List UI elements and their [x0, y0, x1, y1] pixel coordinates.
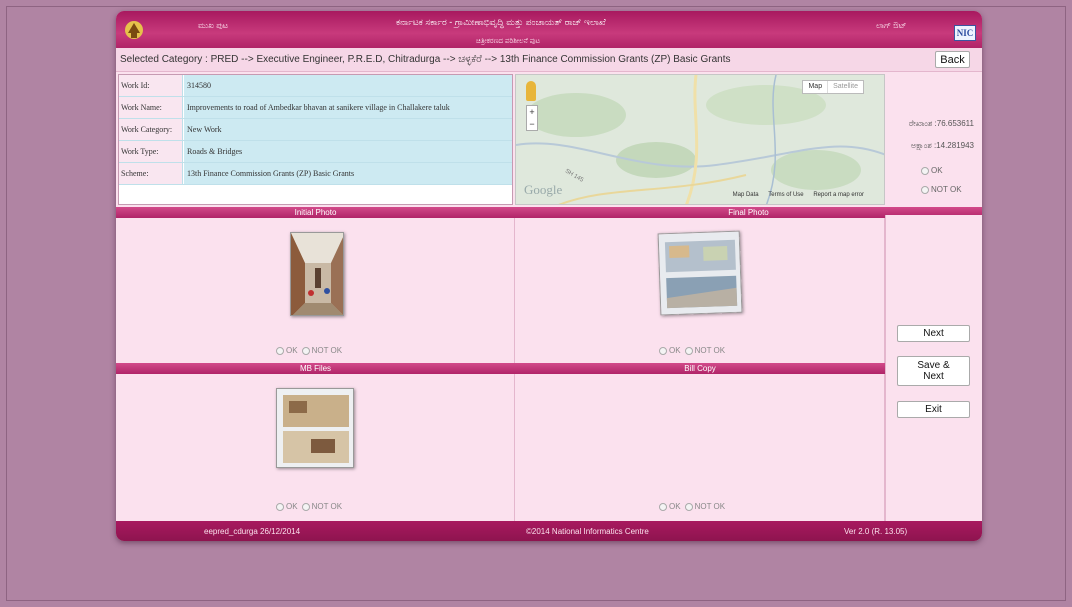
radio-icon[interactable] — [684, 502, 693, 511]
location-ok-option[interactable]: OK — [921, 166, 943, 175]
mb-files-pane: OK NOT OK — [116, 374, 515, 521]
scheme-value: 13th Finance Commission Grants (ZP) Basi… — [184, 163, 512, 184]
location-map[interactable]: SH 145 + − Map Satellite Google Map Data… — [515, 74, 885, 205]
radio-icon[interactable] — [921, 166, 929, 175]
radio-icon[interactable] — [276, 346, 284, 355]
mb-files-ok[interactable]: OK — [286, 502, 298, 511]
work-category-label: Work Category: — [119, 119, 183, 140]
map-type-control: Map Satellite — [802, 80, 864, 94]
mb-files-ok-options: OK NOT OK — [276, 502, 346, 511]
radio-icon[interactable] — [276, 502, 284, 511]
final-photo-thumbnail[interactable] — [657, 230, 743, 316]
work-type-value: Roads & Bridges — [184, 141, 512, 162]
info-row: Scheme: 13th Finance Commission Grants (… — [119, 163, 512, 185]
initial-photo-not-ok[interactable]: NOT OK — [312, 346, 343, 355]
longitude-text: ರೇಖಾಂಶ :76.653611 — [908, 119, 974, 128]
final-photo-ok-options: OK NOT OK — [659, 346, 729, 355]
mb-files-image — [277, 389, 353, 467]
map-type-map-button[interactable]: Map — [803, 81, 827, 93]
map-type-satellite-button[interactable]: Satellite — [827, 81, 863, 93]
final-photo-image — [658, 231, 743, 316]
final-photo-pane: OK NOT OK — [515, 218, 885, 363]
initial-photo-ok[interactable]: OK — [286, 346, 298, 355]
header-title: ಕರ್ನಾಟಕ ಸರ್ಕಾರ - ಗ್ರಾಮೀಣಾಭಿವೃದ್ಧಿ ಮತ್ತು … — [396, 17, 606, 27]
back-button[interactable]: Back — [935, 51, 970, 68]
footer-bar: eepred_cdurga 26/12/2014 ©2014 National … — [116, 521, 982, 541]
scheme-label: Scheme: — [119, 163, 183, 184]
work-info-table: Work Id: 314580 Work Name: Improvements … — [118, 74, 513, 205]
zoom-control[interactable]: + − — [526, 105, 538, 131]
work-type-label: Work Type: — [119, 141, 183, 162]
footer-user: eepred_cdurga 26/12/2014 — [204, 527, 301, 536]
karnataka-emblem-icon — [125, 21, 143, 39]
radio-icon[interactable] — [684, 346, 693, 355]
header-bar: ಮುಖ ಪುಟ ಕರ್ನಾಟಕ ಸರ್ಕಾರ - ಗ್ರಾಮೀಣಾಭಿವೃದ್ಧ… — [116, 11, 982, 48]
mb-files-thumbnail[interactable] — [276, 388, 354, 468]
coordinates-panel: ರೇಖಾಂಶ :76.653611 ಅಕ್ಷಾಂಶ :14.281943 OK … — [887, 74, 980, 205]
map-terrain — [516, 75, 884, 204]
final-photo-ok[interactable]: OK — [669, 346, 681, 355]
initial-photo-pane: OK NOT OK — [116, 218, 515, 363]
zoom-in-button[interactable]: + — [527, 106, 537, 118]
zoom-out-button[interactable]: − — [527, 118, 537, 130]
work-category-value: New Work — [184, 119, 512, 140]
exit-button[interactable]: Exit — [897, 401, 970, 418]
initial-photo-thumbnail[interactable] — [290, 232, 344, 316]
work-name-label: Work Name: — [119, 97, 183, 118]
next-button[interactable]: Next — [897, 325, 970, 342]
google-logo: Google — [524, 182, 563, 197]
map-data-link[interactable]: Map Data — [733, 192, 759, 198]
pegman-icon[interactable] — [526, 81, 536, 101]
save-next-button[interactable]: Save & Next — [897, 356, 970, 386]
footer-copyright: ©2014 National Informatics Centre — [526, 527, 649, 536]
footer-version: Ver 2.0 (R. 13.05) — [844, 527, 908, 536]
nic-logo: NIC — [954, 25, 976, 41]
location-not-ok-option[interactable]: NOT OK — [921, 185, 962, 194]
bill-copy-ok[interactable]: OK — [669, 502, 681, 511]
radio-icon[interactable] — [301, 502, 310, 511]
info-row: Work Type: Roads & Bridges — [119, 141, 512, 163]
home-link[interactable]: ಮುಖ ಪುಟ — [198, 21, 228, 31]
bill-copy-header: Bill Copy — [515, 363, 885, 374]
info-row: Work Id: 314580 — [119, 75, 512, 97]
terms-link[interactable]: Terms of Use — [768, 192, 803, 198]
bill-copy-ok-options: OK NOT OK — [659, 502, 729, 511]
logout-link[interactable]: ಲಾಗ್ ಔಟ್ — [876, 21, 906, 31]
mb-files-not-ok[interactable]: NOT OK — [312, 502, 343, 511]
report-error-link[interactable]: Report a map error — [813, 192, 864, 198]
initial-photo-header: Initial Photo — [116, 207, 515, 218]
info-row: Work Category: New Work — [119, 119, 512, 141]
selected-category: Selected Category : PRED --> Executive E… — [120, 54, 731, 65]
work-name-value: Improvements to road of Ambedkar bhavan … — [184, 97, 512, 118]
work-id-label: Work Id: — [119, 75, 183, 96]
bill-copy-not-ok[interactable]: NOT OK — [695, 502, 726, 511]
app-window: ಮುಖ ಪುಟ ಕರ್ನಾಟಕ ಸರ್ಕಾರ - ಗ್ರಾಮೀಣಾಭಿವೃದ್ಧ… — [116, 11, 982, 541]
radio-icon[interactable] — [921, 185, 929, 194]
radio-icon[interactable] — [659, 346, 667, 355]
bill-copy-pane: OK NOT OK — [515, 374, 885, 521]
radio-icon[interactable] — [301, 346, 310, 355]
header-subtitle: ಚಿತ್ರೀಕರಣದ ಪರಿಶೀಲನೆ ಪುಟ — [476, 38, 540, 45]
mb-files-header: MB Files — [116, 363, 515, 374]
info-row: Work Name: Improvements to road of Ambed… — [119, 97, 512, 119]
latitude-text: ಅಕ್ಷಾಂಶ :14.281943 — [910, 141, 974, 150]
category-bar: Selected Category : PRED --> Executive E… — [116, 48, 982, 72]
action-column: Next Save & Next Exit — [885, 215, 982, 521]
initial-photo-ok-options: OK NOT OK — [276, 346, 346, 355]
work-id-value: 314580 — [184, 75, 512, 96]
final-photo-not-ok[interactable]: NOT OK — [695, 346, 726, 355]
radio-icon[interactable] — [659, 502, 667, 511]
map-footer: Map Data Terms of Use Report a map error — [725, 192, 864, 198]
initial-photo-image — [291, 233, 343, 315]
